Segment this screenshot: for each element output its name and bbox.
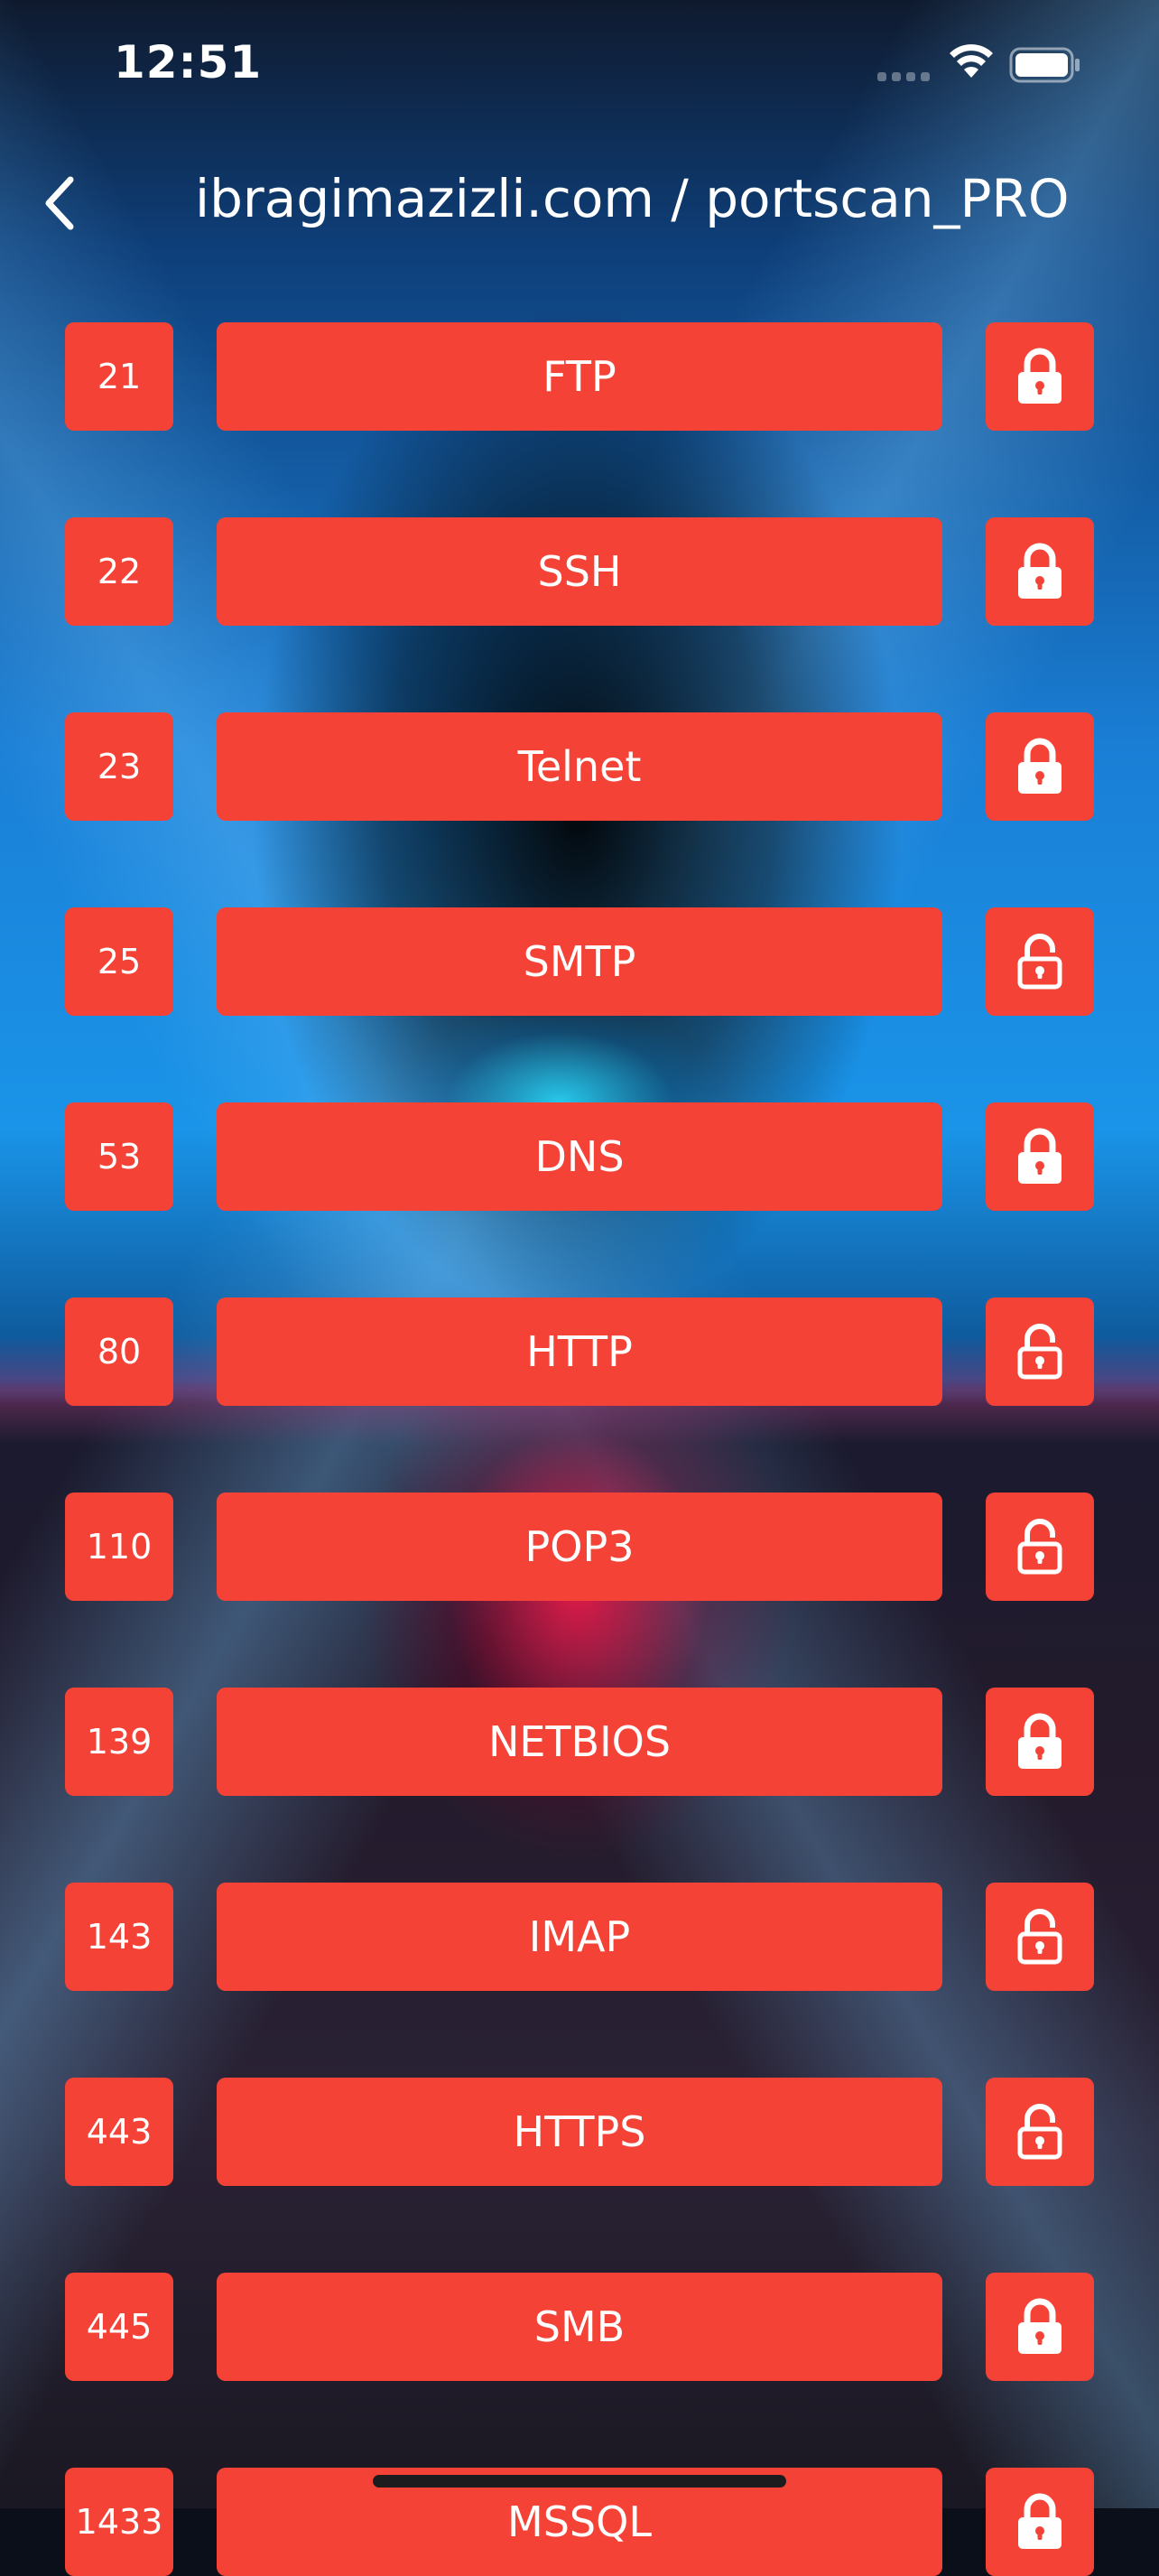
wifi-icon <box>950 44 993 78</box>
unlock-icon <box>1017 1324 1062 1380</box>
service-button[interactable]: HTTP <box>217 1297 942 1406</box>
port-row: 53 DNS <box>0 1102 1159 1211</box>
port-number: 22 <box>65 517 173 626</box>
service-button[interactable]: HTTPS <box>217 2078 942 2186</box>
navigation-bar: ibragimazizli.com / portscan_PRO <box>0 153 1159 253</box>
lock-icon <box>1018 543 1062 599</box>
lock-status[interactable] <box>986 907 1094 1016</box>
port-number: 23 <box>65 712 173 821</box>
status-bar: 12:51 <box>0 0 1159 135</box>
port-row: 139 NETBIOS <box>0 1688 1159 1796</box>
lock-status[interactable] <box>986 517 1094 626</box>
lock-status[interactable] <box>986 712 1094 821</box>
home-indicator[interactable] <box>373 2475 786 2488</box>
port-row: 23 Telnet <box>0 712 1159 821</box>
lock-status[interactable] <box>986 1102 1094 1211</box>
port-row: 143 IMAP <box>0 1883 1159 1991</box>
port-number: 53 <box>65 1102 173 1211</box>
unlock-icon <box>1017 2104 1062 2160</box>
battery-icon <box>1009 47 1080 83</box>
service-button[interactable]: NETBIOS <box>217 1688 942 1796</box>
lock-status[interactable] <box>986 2273 1094 2381</box>
port-number: 139 <box>65 1688 173 1796</box>
back-button[interactable] <box>32 172 87 235</box>
page-title: ibragimazizli.com / portscan_PRO <box>195 168 1070 229</box>
unlock-icon <box>1017 1519 1062 1575</box>
lock-status[interactable] <box>986 1493 1094 1601</box>
lock-status[interactable] <box>986 2078 1094 2186</box>
port-number: 110 <box>65 1493 173 1601</box>
service-button[interactable]: Telnet <box>217 712 942 821</box>
lock-status[interactable] <box>986 1688 1094 1796</box>
port-row: 25 SMTP <box>0 907 1159 1016</box>
status-time: 12:51 <box>114 36 263 88</box>
chevron-left-icon <box>45 176 74 230</box>
service-button[interactable]: POP3 <box>217 1493 942 1601</box>
service-button[interactable]: DNS <box>217 1102 942 1211</box>
port-number: 21 <box>65 322 173 431</box>
lock-icon <box>1018 2298 1062 2354</box>
port-row: 110 POP3 <box>0 1493 1159 1601</box>
lock-status[interactable] <box>986 1297 1094 1406</box>
unlock-icon <box>1017 934 1062 990</box>
service-button[interactable]: SMTP <box>217 907 942 1016</box>
port-number: 1433 <box>65 2468 173 2576</box>
port-number: 25 <box>65 907 173 1016</box>
port-row: 21 FTP <box>0 322 1159 431</box>
cellular-signal-icon <box>877 72 930 81</box>
lock-icon <box>1018 738 1062 794</box>
port-number: 143 <box>65 1883 173 1991</box>
service-button[interactable]: SMB <box>217 2273 942 2381</box>
service-button[interactable]: SSH <box>217 517 942 626</box>
port-row: 445 SMB <box>0 2273 1159 2381</box>
lock-icon <box>1018 1128 1062 1184</box>
port-number: 445 <box>65 2273 173 2381</box>
lock-icon <box>1018 2493 1062 2549</box>
lock-icon <box>1018 348 1062 404</box>
lock-icon <box>1018 1713 1062 1769</box>
lock-status[interactable] <box>986 2468 1094 2576</box>
port-number: 443 <box>65 2078 173 2186</box>
unlock-icon <box>1017 1909 1062 1965</box>
port-row: 22 SSH <box>0 517 1159 626</box>
port-number: 80 <box>65 1297 173 1406</box>
port-row: 443 HTTPS <box>0 2078 1159 2186</box>
lock-status[interactable] <box>986 322 1094 431</box>
service-button[interactable]: IMAP <box>217 1883 942 1991</box>
service-button[interactable]: FTP <box>217 322 942 431</box>
port-row: 80 HTTP <box>0 1297 1159 1406</box>
lock-status[interactable] <box>986 1883 1094 1991</box>
